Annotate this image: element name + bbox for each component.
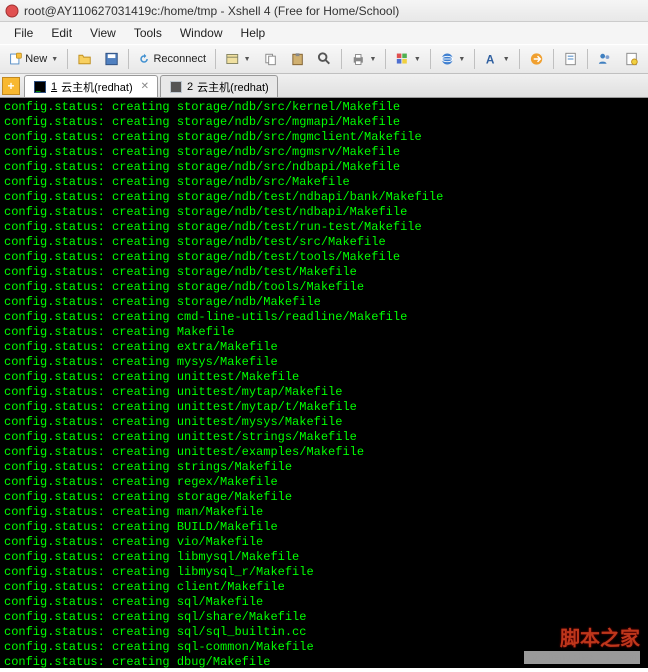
tab-index: 2	[187, 81, 193, 93]
globe-icon	[440, 51, 455, 67]
menu-file[interactable]: File	[6, 24, 41, 42]
separator	[67, 49, 68, 69]
tab-2[interactable]: 2 云主机(redhat)	[160, 75, 278, 97]
open-button[interactable]	[72, 47, 97, 71]
menubar: File Edit View Tools Window Help	[0, 22, 648, 44]
svg-text:A: A	[486, 53, 495, 67]
profiles-button[interactable]: ▼	[220, 47, 255, 71]
separator	[519, 49, 520, 69]
menu-help[interactable]: Help	[233, 24, 274, 42]
reconnect-label: Reconnect	[153, 53, 206, 65]
folder-icon	[77, 51, 92, 67]
separator	[128, 49, 129, 69]
copy-button[interactable]	[258, 47, 283, 71]
new-icon	[9, 51, 22, 67]
script-button[interactable]	[558, 47, 583, 71]
paste-button[interactable]	[285, 47, 310, 71]
chevron-down-icon: ▼	[369, 56, 376, 63]
users-button[interactable]	[592, 47, 617, 71]
font-icon: A	[484, 51, 499, 67]
separator	[474, 49, 475, 69]
doc-icon	[624, 51, 639, 67]
add-tab-button[interactable]: +	[2, 77, 20, 95]
new-button[interactable]: New ▼	[4, 47, 63, 71]
chevron-down-icon: ▼	[51, 56, 58, 63]
menu-edit[interactable]: Edit	[43, 24, 80, 42]
chevron-down-icon: ▼	[458, 56, 465, 63]
copy-icon	[263, 51, 278, 67]
print-icon	[351, 51, 366, 67]
save-button[interactable]	[99, 47, 124, 71]
chevron-down-icon: ▼	[414, 56, 421, 63]
terminal-icon: _	[33, 80, 47, 94]
separator	[341, 49, 342, 69]
tab-index: 1	[51, 81, 57, 93]
chevron-down-icon: ▼	[244, 56, 251, 63]
close-icon[interactable]: ✕	[141, 81, 149, 92]
print-button[interactable]: ▼	[346, 47, 381, 71]
properties-button[interactable]	[619, 47, 644, 71]
transfer-button[interactable]	[524, 47, 549, 71]
tab-1[interactable]: _ 1 云主机(redhat) ✕	[24, 75, 158, 97]
separator	[215, 49, 216, 69]
script-icon	[563, 51, 578, 67]
new-label: New	[25, 53, 47, 65]
menu-view[interactable]: View	[82, 24, 124, 42]
tabbar: + _ 1 云主机(redhat) ✕ 2 云主机(redhat)	[0, 74, 648, 98]
tab-label: 云主机(redhat)	[61, 79, 133, 95]
search-icon	[317, 51, 332, 67]
web-button[interactable]: ▼	[435, 47, 470, 71]
disk-icon	[104, 51, 119, 67]
palette-icon	[395, 51, 410, 67]
svg-text:_: _	[35, 83, 41, 92]
separator	[385, 49, 386, 69]
toolbar: New ▼ Reconnect ▼ ▼ ▼ ▼ A ▼	[0, 44, 648, 74]
font-button[interactable]: A ▼	[479, 47, 514, 71]
find-button[interactable]	[312, 47, 337, 71]
menu-window[interactable]: Window	[172, 24, 231, 42]
terminal-icon	[169, 80, 183, 94]
window-title: root@AY110627031419c:/home/tmp - Xshell …	[24, 4, 399, 18]
reconnect-icon	[138, 51, 150, 67]
reconnect-button[interactable]: Reconnect	[133, 47, 211, 71]
tab-label: 云主机(redhat)	[197, 79, 269, 95]
terminal-output[interactable]: config.status: creating storage/ndb/src/…	[0, 98, 648, 668]
titlebar: root@AY110627031419c:/home/tmp - Xshell …	[0, 0, 648, 22]
user-icon	[597, 51, 612, 67]
color-scheme-button[interactable]: ▼	[390, 47, 425, 71]
menu-tools[interactable]: Tools	[126, 24, 170, 42]
separator	[553, 49, 554, 69]
paste-icon	[290, 51, 305, 67]
app-icon	[4, 3, 20, 19]
separator	[587, 49, 588, 69]
profiles-icon	[225, 51, 240, 67]
transfer-icon	[529, 51, 544, 67]
separator	[430, 49, 431, 69]
chevron-down-icon: ▼	[503, 56, 510, 63]
